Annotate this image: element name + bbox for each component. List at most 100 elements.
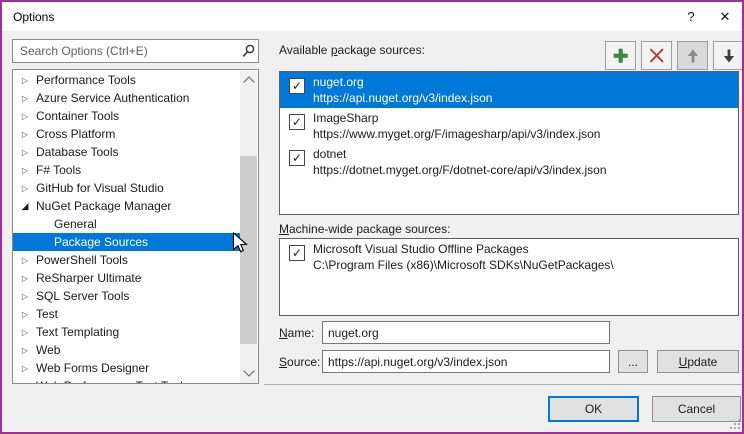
title-bar-buttons: ? ✕ [674,2,742,31]
tree-item-label: NuGet Package Manager [36,199,171,213]
scrollbar-down-icon[interactable] [243,365,254,376]
expander-icon[interactable]: ▷ [19,292,31,301]
browse-button[interactable]: ... [618,350,648,373]
resize-grip[interactable] [728,417,741,430]
tree-item-label: General [54,217,97,231]
tree-item-github-for-visual-studio[interactable]: ▷ GitHub for Visual Studio [13,179,240,197]
remove-source-button[interactable] [641,41,672,70]
tree-item-test[interactable]: ▷ Test [13,305,240,323]
tree-item-web-performance-test-tools[interactable]: ▷ Web Performance Test Tools [13,377,240,384]
expander-icon[interactable]: ▷ [19,274,31,283]
tree-item-container-tools[interactable]: ▷ Container Tools [13,107,240,125]
update-button[interactable]: Update [657,350,739,373]
expander-icon[interactable]: ▷ [19,130,31,139]
tree-item-cross-platform[interactable]: ▷Cross Platform [13,125,240,143]
source-checkbox[interactable]: ✓ [289,78,305,94]
label-text: Available [279,43,331,57]
search-box [12,39,259,63]
help-button[interactable]: ? [674,2,708,31]
source-name: dotnet [313,147,346,161]
cancel-label: Cancel [678,402,715,416]
check-icon: ✓ [292,152,302,164]
source-checkbox[interactable]: ✓ [289,150,305,166]
expander-icon[interactable]: ▷ [19,328,31,337]
label-mnemonic: M [279,222,289,236]
search-input[interactable] [18,43,238,59]
tree-item-label: GitHub for Visual Studio [36,181,164,195]
tree-item-sql-server-tools[interactable]: ▷SQL Server Tools [13,287,240,305]
tree-item-label: PowerShell Tools [36,253,128,267]
label-text: achine-wide package sources: [289,222,450,236]
ok-label: OK [585,402,602,416]
label-mnemonic: U [679,355,688,369]
tree-item-package-sources[interactable]: Package Sources [13,233,240,251]
tree-item-web-forms-designer[interactable]: ▷ Web Forms Designer [13,359,240,377]
expander-icon[interactable]: ▷ [19,76,31,85]
tree-item-label: Text Templating [36,325,119,339]
label-text: ame: [288,326,315,340]
name-input[interactable] [322,321,610,344]
bottom-separator [264,384,742,385]
name-label: Name: [279,326,314,340]
title-bar: Options ? ✕ [2,2,742,31]
package-source-row-nuget-org[interactable]: ✓ nuget.org https://api.nuget.org/v3/ind… [280,72,738,108]
tree-item-label: Web Forms Designer [36,361,149,375]
move-down-button[interactable] [713,41,744,70]
tree-item-label: Package Sources [54,235,148,249]
add-source-button[interactable] [605,41,636,70]
tree-item-label: Web Performance Test Tools [36,379,189,384]
tree-item-database-tools[interactable]: ▷ Database Tools [13,143,240,161]
tree-item-text-templating[interactable]: ▷ Text Templating [13,323,240,341]
expander-icon[interactable]: ▷ [19,148,31,157]
package-source-row-imagesharp[interactable]: ✓ ImageSharp https://www.myget.org/F/ima… [280,108,738,144]
expander-icon[interactable]: ▷ [19,184,31,193]
tree-item-fsharp-tools[interactable]: ▷F# Tools [13,161,240,179]
expander-icon[interactable]: ▷ [19,112,31,121]
tree-item-web[interactable]: ▷ Web [13,341,240,359]
tree-item-azure-service-authentication[interactable]: ▷ Azure Service Authentication [13,89,240,107]
machine-wide-sources-label: Machine-wide package sources: [279,222,450,236]
label-text: pdate [687,355,717,369]
expander-icon[interactable]: ▷ [19,256,31,265]
ok-button[interactable]: OK [548,396,639,422]
label-mnemonic: p [331,43,338,57]
move-up-button[interactable] [677,41,708,70]
source-url: C:\Program Files (x86)\Microsoft SDKs\Nu… [313,258,614,272]
source-url: https://api.nuget.org/v3/index.json [313,91,492,105]
expander-icon[interactable]: ▷ [19,346,31,355]
source-checkbox[interactable]: ✓ [289,245,305,261]
expander-icon[interactable]: ▷ [19,166,31,175]
tree-item-resharper-ultimate[interactable]: ▷ReSharper Ultimate [13,269,240,287]
tree-item-performance-tools[interactable]: ▷Performance Tools [13,71,240,89]
expander-icon[interactable]: ▷ [19,382,31,385]
package-source-row-dotnet[interactable]: ✓ dotnet https://dotnet.myget.org/F/dotn… [280,144,738,180]
scrollbar-up-icon[interactable] [243,76,254,87]
source-checkbox[interactable]: ✓ [289,114,305,130]
close-button[interactable]: ✕ [708,2,742,31]
expander-icon[interactable]: ◢ [19,201,31,212]
tree-item-nuget-package-manager[interactable]: ◢ NuGet Package Manager [13,197,240,215]
tree-item-label: Container Tools [36,109,119,123]
package-source-row-vs-offline[interactable]: ✓ Microsoft Visual Studio Offline Packag… [280,239,738,275]
plus-icon [612,47,629,64]
tree-item-label: Azure Service Authentication [36,91,189,105]
check-icon: ✓ [292,116,302,128]
tree-item-powershell-tools[interactable]: ▷ PowerShell Tools [13,251,240,269]
options-dialog: Options ? ✕ ▷Performance Tools ▷ Azure Se… [0,0,744,434]
tree-item-label: Web [36,343,60,357]
tree-scrollbar[interactable] [240,71,257,384]
expander-icon[interactable]: ▷ [19,364,31,373]
tree-item-label: Test [36,307,58,321]
scrollbar-thumb[interactable] [240,156,257,344]
tree-item-label: Database Tools [36,145,119,159]
expander-icon[interactable]: ▷ [19,310,31,319]
source-name: nuget.org [313,75,364,89]
tree-rows: ▷Performance Tools ▷ Azure Service Authen… [13,71,240,384]
label-text: ource: [287,355,320,369]
source-input[interactable] [322,350,610,373]
source-url: https://dotnet.myget.org/F/dotnet-core/a… [313,163,607,177]
expander-icon[interactable]: ▷ [19,94,31,103]
source-url: https://www.myget.org/F/imagesharp/api/v… [313,127,600,141]
tree-item-general[interactable]: General [13,215,240,233]
close-icon: ✕ [720,9,731,25]
